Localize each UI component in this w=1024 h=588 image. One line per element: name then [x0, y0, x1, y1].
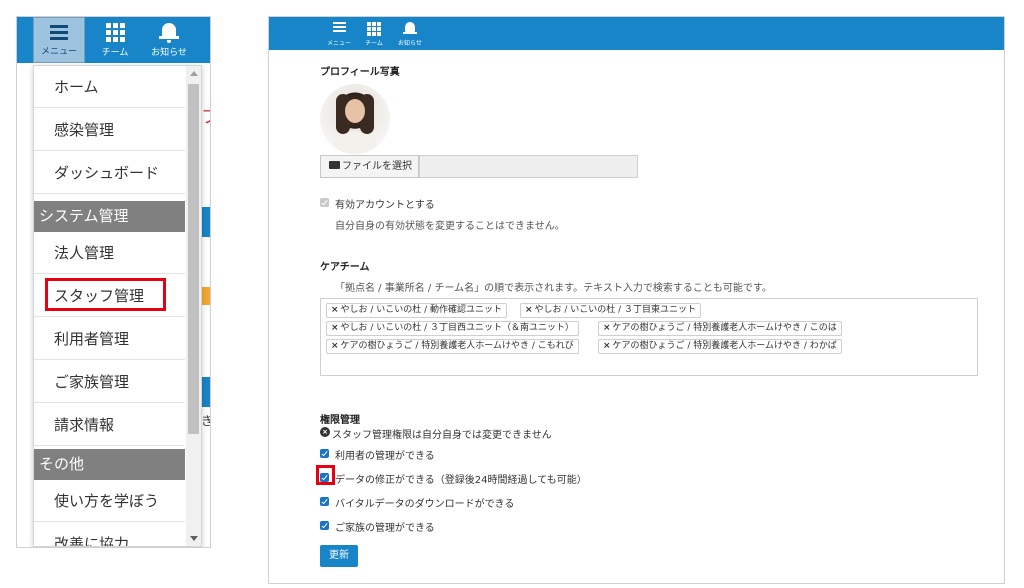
team-grid-icon	[367, 22, 381, 36]
scroll-down-icon[interactable]	[190, 536, 198, 541]
dropdown-item-staff[interactable]: スタッフ管理	[34, 275, 185, 317]
care-team-tag[interactable]: × ケアの樹ひょうご / 特別養護老人ホームけやき / このは	[598, 321, 842, 336]
tag-label: ケアの樹ひょうご / 特別養護老人ホームけやき / こもれび	[340, 341, 574, 351]
care-team-tag[interactable]: × やしお / いこいの杜 / ３丁目東ユニット	[520, 303, 702, 318]
permission-label-family: ご家族の管理ができる	[335, 523, 435, 534]
dropdown-item-users[interactable]: 利用者管理	[34, 318, 185, 360]
notification-label: お知らせ	[151, 48, 187, 58]
mobile-header-bar: メニュー チーム お知らせ	[17, 17, 210, 63]
dropdown-item-learn[interactable]: 使い方を学ぼう	[34, 480, 185, 522]
hamburger-icon	[50, 25, 68, 43]
team-label: チーム	[365, 40, 383, 47]
background-text-fragment: き	[201, 412, 210, 429]
care-team-tag[interactable]: × やしお / いこいの杜 / ３丁目西ユニット（＆南ユニット）	[326, 321, 580, 336]
background-bar	[201, 207, 210, 237]
permission-checkbox-family[interactable]	[320, 521, 329, 530]
notification-button[interactable]: お知らせ	[392, 17, 428, 50]
notification-label: お知らせ	[398, 40, 422, 47]
dropdown-item-home[interactable]: ホーム	[34, 66, 185, 108]
menu-label: メニュー	[40, 47, 77, 57]
tag-label: やしお / いこいの杜 / ３丁目東ユニット	[534, 305, 697, 315]
bell-icon	[159, 23, 179, 43]
active-account-checkbox[interactable]	[320, 198, 329, 207]
active-account-note: 自分自身の有効状態を変更することはできません。	[335, 221, 565, 232]
highlight-box	[45, 278, 166, 311]
active-account-label: 有効アカウントとする	[335, 200, 435, 211]
profile-photo-title: プロフィール写真	[320, 67, 400, 78]
tag-remove-icon[interactable]: ×	[331, 305, 339, 315]
care-team-tag[interactable]: × やしお / いこいの杜 / 動作確認ユニット	[326, 303, 508, 318]
menu-button[interactable]: メニュー	[33, 17, 85, 63]
care-team-tag[interactable]: × ケアの樹ひょうご / 特別養護老人ホームけやき / こもれび	[326, 339, 579, 354]
permission-label-data-edit: データの修正ができる（登録後24時間経過しても可能）	[335, 475, 587, 486]
tag-remove-icon[interactable]: ×	[603, 341, 611, 351]
update-button[interactable]: 更新	[320, 545, 358, 567]
mobile-menu-panel: メニュー チーム お知らせ フ き ホーム 感染管理 ダッシュボード システム管…	[16, 16, 211, 548]
scroll-up-icon[interactable]	[190, 71, 198, 76]
permissions-title: 権限管理	[320, 415, 360, 426]
care-team-hint: 「拠点名 / 事業所名 / チーム名」の順で表示されます。テキスト入力で検索する…	[335, 283, 772, 294]
tag-label: ケアの樹ひょうご / 特別養護老人ホームけやき / わかば	[612, 341, 837, 351]
permission-label-users: 利用者の管理ができる	[335, 451, 435, 462]
tag-remove-icon[interactable]: ×	[331, 323, 339, 333]
dropdown-section-system: システム管理	[34, 201, 185, 232]
tag-label: ケアの樹ひょうご / 特別養護老人ホームけやき / このは	[612, 323, 837, 333]
x-circle-icon: ×	[320, 427, 330, 437]
care-team-title: ケアチーム	[320, 262, 370, 273]
team-label: チーム	[101, 48, 129, 58]
dropdown-item-corporation[interactable]: 法人管理	[34, 232, 185, 274]
dropdown-item-dashboard[interactable]: ダッシュボード	[34, 152, 185, 194]
dropdown-item-family[interactable]: ご家族管理	[34, 361, 185, 403]
highlight-box	[316, 465, 335, 485]
tag-label: やしお / いこいの杜 / ３丁目西ユニット（＆南ユニット）	[340, 323, 575, 333]
dropdown-item-infection[interactable]: 感染管理	[34, 109, 185, 151]
care-team-select[interactable]: × やしお / いこいの杜 / 動作確認ユニット × やしお / いこいの杜 / ３…	[320, 298, 978, 376]
permission-label-vital-download: バイタルデータのダウンロードができる	[335, 499, 515, 510]
staff-edit-panel: メニュー チーム お知らせ プロフィール写真 ファイルを選択 有効アカウントとす…	[268, 16, 1005, 584]
profile-avatar	[320, 84, 390, 154]
hamburger-icon	[332, 22, 346, 34]
permission-checkbox-users[interactable]	[320, 449, 329, 458]
team-grid-icon	[105, 23, 125, 42]
tag-remove-icon[interactable]: ×	[603, 323, 611, 333]
team-button[interactable]: チーム	[89, 17, 141, 63]
navigation-dropdown: ホーム 感染管理 ダッシュボード システム管理 法人管理 スタッフ管理 利用者管…	[33, 65, 202, 547]
permission-checkbox-vital-download[interactable]	[320, 497, 329, 506]
tag-remove-icon[interactable]: ×	[331, 341, 339, 351]
scrollbar-thumb[interactable]	[188, 84, 199, 434]
notification-button[interactable]: お知らせ	[143, 17, 195, 63]
file-name-field[interactable]	[419, 155, 638, 178]
tag-remove-icon[interactable]: ×	[525, 305, 533, 315]
dropdown-item-improve[interactable]: 改善に協力	[34, 523, 185, 546]
dropdown-section-other: その他	[34, 449, 185, 480]
background-bar	[201, 377, 210, 407]
folder-open-icon	[329, 161, 340, 169]
choose-file-button[interactable]: ファイルを選択	[320, 155, 419, 178]
menu-label: メニュー	[326, 40, 351, 47]
background-bar	[201, 287, 210, 305]
choose-file-label: ファイルを選択	[342, 161, 412, 172]
team-button[interactable]: チーム	[356, 17, 392, 50]
dropdown-item-billing[interactable]: 請求情報	[34, 404, 185, 446]
bell-icon	[403, 22, 417, 34]
permissions-notice: スタッフ管理権限は自分自身では変更できません	[332, 430, 552, 441]
menu-button[interactable]: メニュー	[321, 17, 357, 50]
dropdown-scrollbar[interactable]	[186, 66, 201, 546]
tag-label: やしお / いこいの杜 / 動作確認ユニット	[340, 305, 503, 315]
care-team-tag[interactable]: × ケアの樹ひょうご / 特別養護老人ホームけやき / わかば	[598, 339, 842, 354]
desktop-header-bar: メニュー チーム お知らせ	[269, 17, 1004, 50]
background-text-fragment: フ	[201, 103, 210, 129]
